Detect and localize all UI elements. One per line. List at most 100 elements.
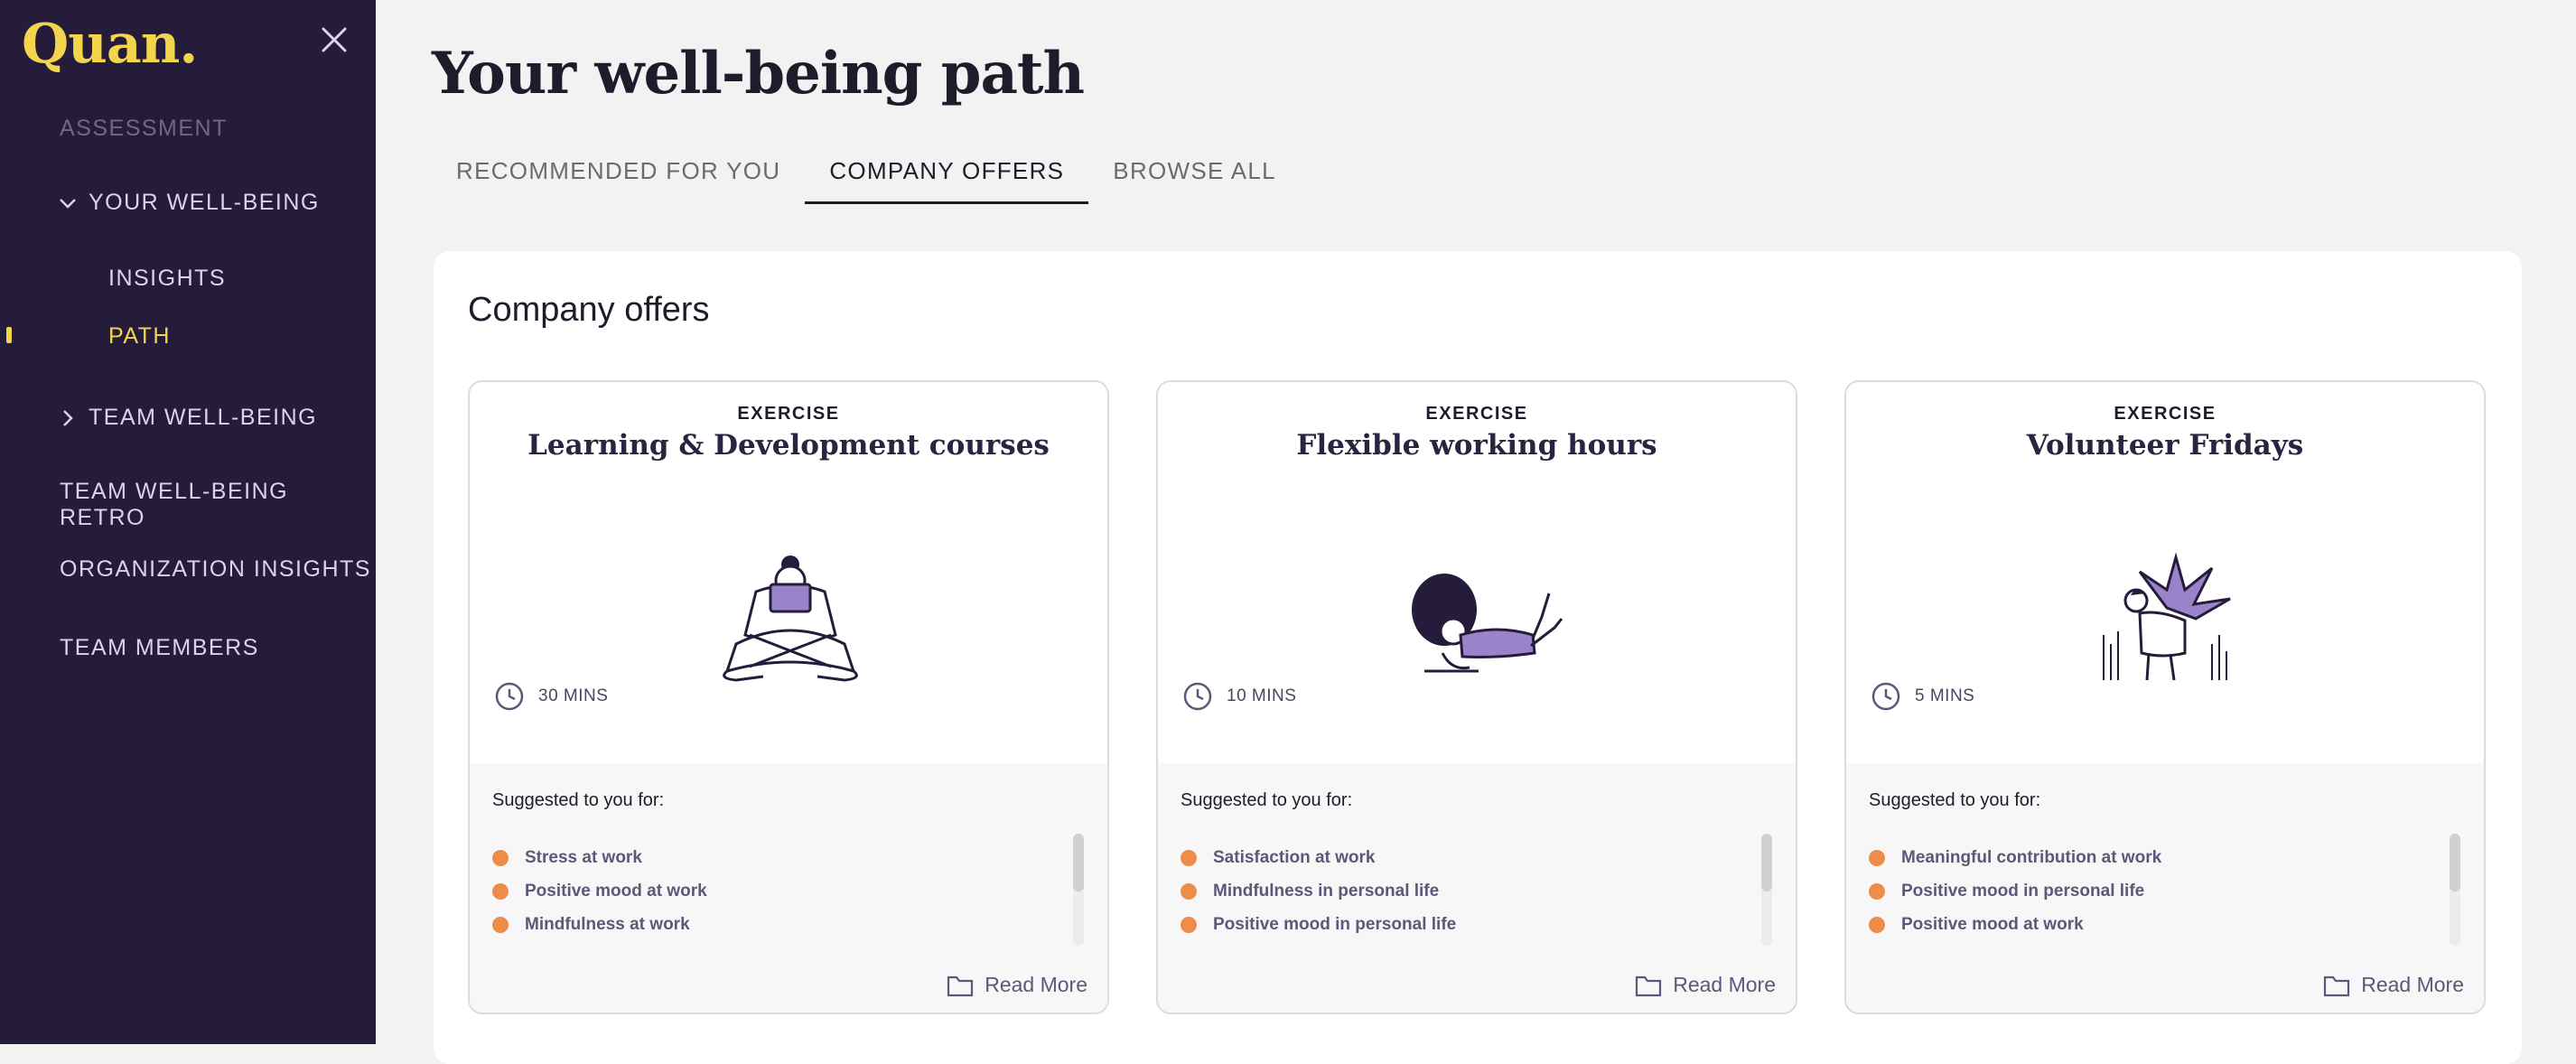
- scrollbar-thumb[interactable]: [2450, 834, 2460, 891]
- sidebar-item-team-well-being-retro[interactable]: TEAM WELL-BEING RETRO: [60, 479, 376, 531]
- brand-logo[interactable]: Quan.: [22, 13, 198, 76]
- clock-icon: [1183, 682, 1212, 711]
- bullet-dot: [492, 882, 509, 900]
- tab-browse-all[interactable]: BROWSE ALL: [1088, 145, 1301, 195]
- list-item: Satisfaction at work: [1181, 841, 1456, 874]
- sidebar-item-organization-insights[interactable]: ORGANIZATION INSIGHTS: [60, 556, 371, 583]
- chevron-down-icon: [60, 198, 76, 209]
- offer-card[interactable]: EXERCISE Volunteer Fridays 5 MINS Sugges…: [1844, 380, 2486, 1014]
- list-item: Positive mood in personal life: [1869, 874, 2161, 908]
- suggest-label: Suggested to you for:: [1869, 790, 2041, 810]
- reason-label: Positive mood at work: [1901, 914, 2084, 934]
- sidebar-item-label: PATH: [108, 323, 171, 349]
- duration: 5 MINS: [1870, 680, 1974, 713]
- reason-label: Satisfaction at work: [1213, 847, 1376, 867]
- list-item: Meaningful contribution at work: [1869, 841, 2161, 874]
- bullet-dot: [1181, 882, 1197, 900]
- list-item: Positive mood at work: [1869, 908, 2161, 941]
- tab-bar: RECOMMENDED FOR YOU COMPANY OFFERS BROWS…: [432, 145, 1301, 204]
- offer-card[interactable]: EXERCISE Learning & Development courses …: [468, 380, 1109, 1014]
- reason-list: Meaningful contribution at work Positive…: [1869, 841, 2161, 941]
- card-type: EXERCISE: [1425, 404, 1528, 424]
- sidebar-item-label: TEAM WELL-BEING RETRO: [60, 479, 289, 530]
- reason-list: Stress at work Positive mood at work Min…: [492, 841, 707, 941]
- bullet-dot: [1181, 916, 1197, 933]
- tab-company-offers[interactable]: COMPANY OFFERS: [805, 145, 1089, 204]
- bullet-dot: [492, 916, 509, 933]
- list-item: Stress at work: [492, 841, 707, 874]
- bullet-dot: [1869, 849, 1885, 866]
- card-title: Learning & Development courses: [527, 429, 1050, 462]
- sidebar-item-your-well-being[interactable]: YOUR WELL-BEING: [58, 190, 320, 216]
- list-item: Mindfulness in personal life: [1181, 874, 1456, 908]
- folder-icon: [947, 975, 974, 996]
- active-indicator: [6, 327, 12, 343]
- reason-label: Mindfulness at work: [525, 914, 690, 934]
- clock-icon: [1871, 682, 1900, 711]
- bullet-dot: [492, 849, 509, 866]
- read-more-label: Read More: [1673, 973, 1776, 996]
- clock-icon: [495, 682, 524, 711]
- sidebar: Quan. ASSESSMENT YOUR WELL-BEING INSIGHT…: [0, 0, 376, 1044]
- card-type: EXERCISE: [2114, 404, 2217, 424]
- sidebar-item-label: TEAM MEMBERS: [60, 635, 259, 660]
- page-title: Your well-being path: [432, 40, 1085, 107]
- card-suggestions: Suggested to you for: Satisfaction at wo…: [1158, 763, 1796, 1013]
- reason-label: Positive mood at work: [525, 881, 707, 901]
- panel-title: Company offers: [468, 291, 710, 329]
- duration-label: 10 MINS: [1227, 686, 1297, 705]
- folder-icon: [2324, 975, 2350, 996]
- scrollbar-thumb[interactable]: [1073, 834, 1084, 891]
- scrollbar-thumb[interactable]: [1761, 834, 1772, 891]
- suggest-label: Suggested to you for:: [1181, 790, 1353, 810]
- reason-label: Positive mood in personal life: [1901, 881, 2145, 901]
- scrollbar[interactable]: [1073, 834, 1084, 946]
- reason-label: Mindfulness in personal life: [1213, 881, 1440, 901]
- duration-label: 30 MINS: [538, 686, 609, 705]
- duration: 10 MINS: [1181, 680, 1296, 713]
- duration-label: 5 MINS: [1915, 686, 1975, 705]
- sidebar-item-team-members[interactable]: TEAM MEMBERS: [60, 635, 259, 661]
- chevron-right-icon: [63, 409, 73, 426]
- offer-card[interactable]: EXERCISE Flexible working hours 10 MINS …: [1156, 380, 1797, 1014]
- sidebar-item-label: ORGANIZATION INSIGHTS: [60, 556, 371, 582]
- reason-label: Stress at work: [525, 847, 642, 867]
- sidebar-item-label: ASSESSMENT: [60, 116, 228, 141]
- bullet-dot: [1869, 916, 1885, 933]
- sidebar-item-assessment[interactable]: ASSESSMENT: [60, 116, 228, 142]
- suggest-label: Suggested to you for:: [492, 790, 665, 810]
- sidebar-item-label: TEAM WELL-BEING: [89, 405, 318, 430]
- read-more-link[interactable]: Read More: [2323, 973, 2464, 997]
- read-more-link[interactable]: Read More: [947, 973, 1087, 997]
- sidebar-item-label: YOUR WELL-BEING: [89, 190, 320, 215]
- reason-list: Satisfaction at work Mindfulness in pers…: [1181, 841, 1456, 941]
- card-title: Flexible working hours: [1296, 429, 1657, 462]
- sidebar-item-insights[interactable]: INSIGHTS: [108, 266, 226, 292]
- bullet-dot: [1869, 882, 1885, 900]
- list-item: Positive mood in personal life: [1181, 908, 1456, 941]
- list-item: Positive mood at work: [492, 874, 707, 908]
- person-with-plant-illustration: [2103, 552, 2231, 681]
- read-more-link[interactable]: Read More: [1635, 973, 1776, 997]
- reason-label: Positive mood in personal life: [1213, 914, 1457, 934]
- read-more-label: Read More: [985, 973, 1087, 996]
- reason-label: Meaningful contribution at work: [1901, 847, 2162, 867]
- sidebar-item-label: INSIGHTS: [108, 266, 227, 291]
- card-type: EXERCISE: [737, 404, 840, 424]
- card-title: Volunteer Fridays: [2026, 429, 2304, 462]
- scrollbar[interactable]: [2450, 834, 2460, 946]
- offers-panel: Company offers EXERCISE Learning & Devel…: [434, 251, 2522, 1064]
- scrollbar[interactable]: [1761, 834, 1772, 946]
- sidebar-item-path[interactable]: PATH: [108, 323, 171, 350]
- sidebar-item-team-well-being[interactable]: TEAM WELL-BEING: [58, 405, 317, 431]
- duration: 30 MINS: [493, 680, 608, 713]
- person-lying-illustration: [1412, 574, 1563, 673]
- read-more-label: Read More: [2361, 973, 2464, 996]
- bullet-dot: [1181, 849, 1197, 866]
- list-item: Mindfulness at work: [492, 908, 707, 941]
- close-icon[interactable]: [318, 23, 350, 56]
- tab-recommended-for-you[interactable]: RECOMMENDED FOR YOU: [432, 145, 805, 195]
- folder-icon: [1636, 975, 1662, 996]
- card-suggestions: Suggested to you for: Meaningful contrib…: [1846, 763, 2484, 1013]
- card-suggestions: Suggested to you for: Stress at work Pos…: [470, 763, 1107, 1013]
